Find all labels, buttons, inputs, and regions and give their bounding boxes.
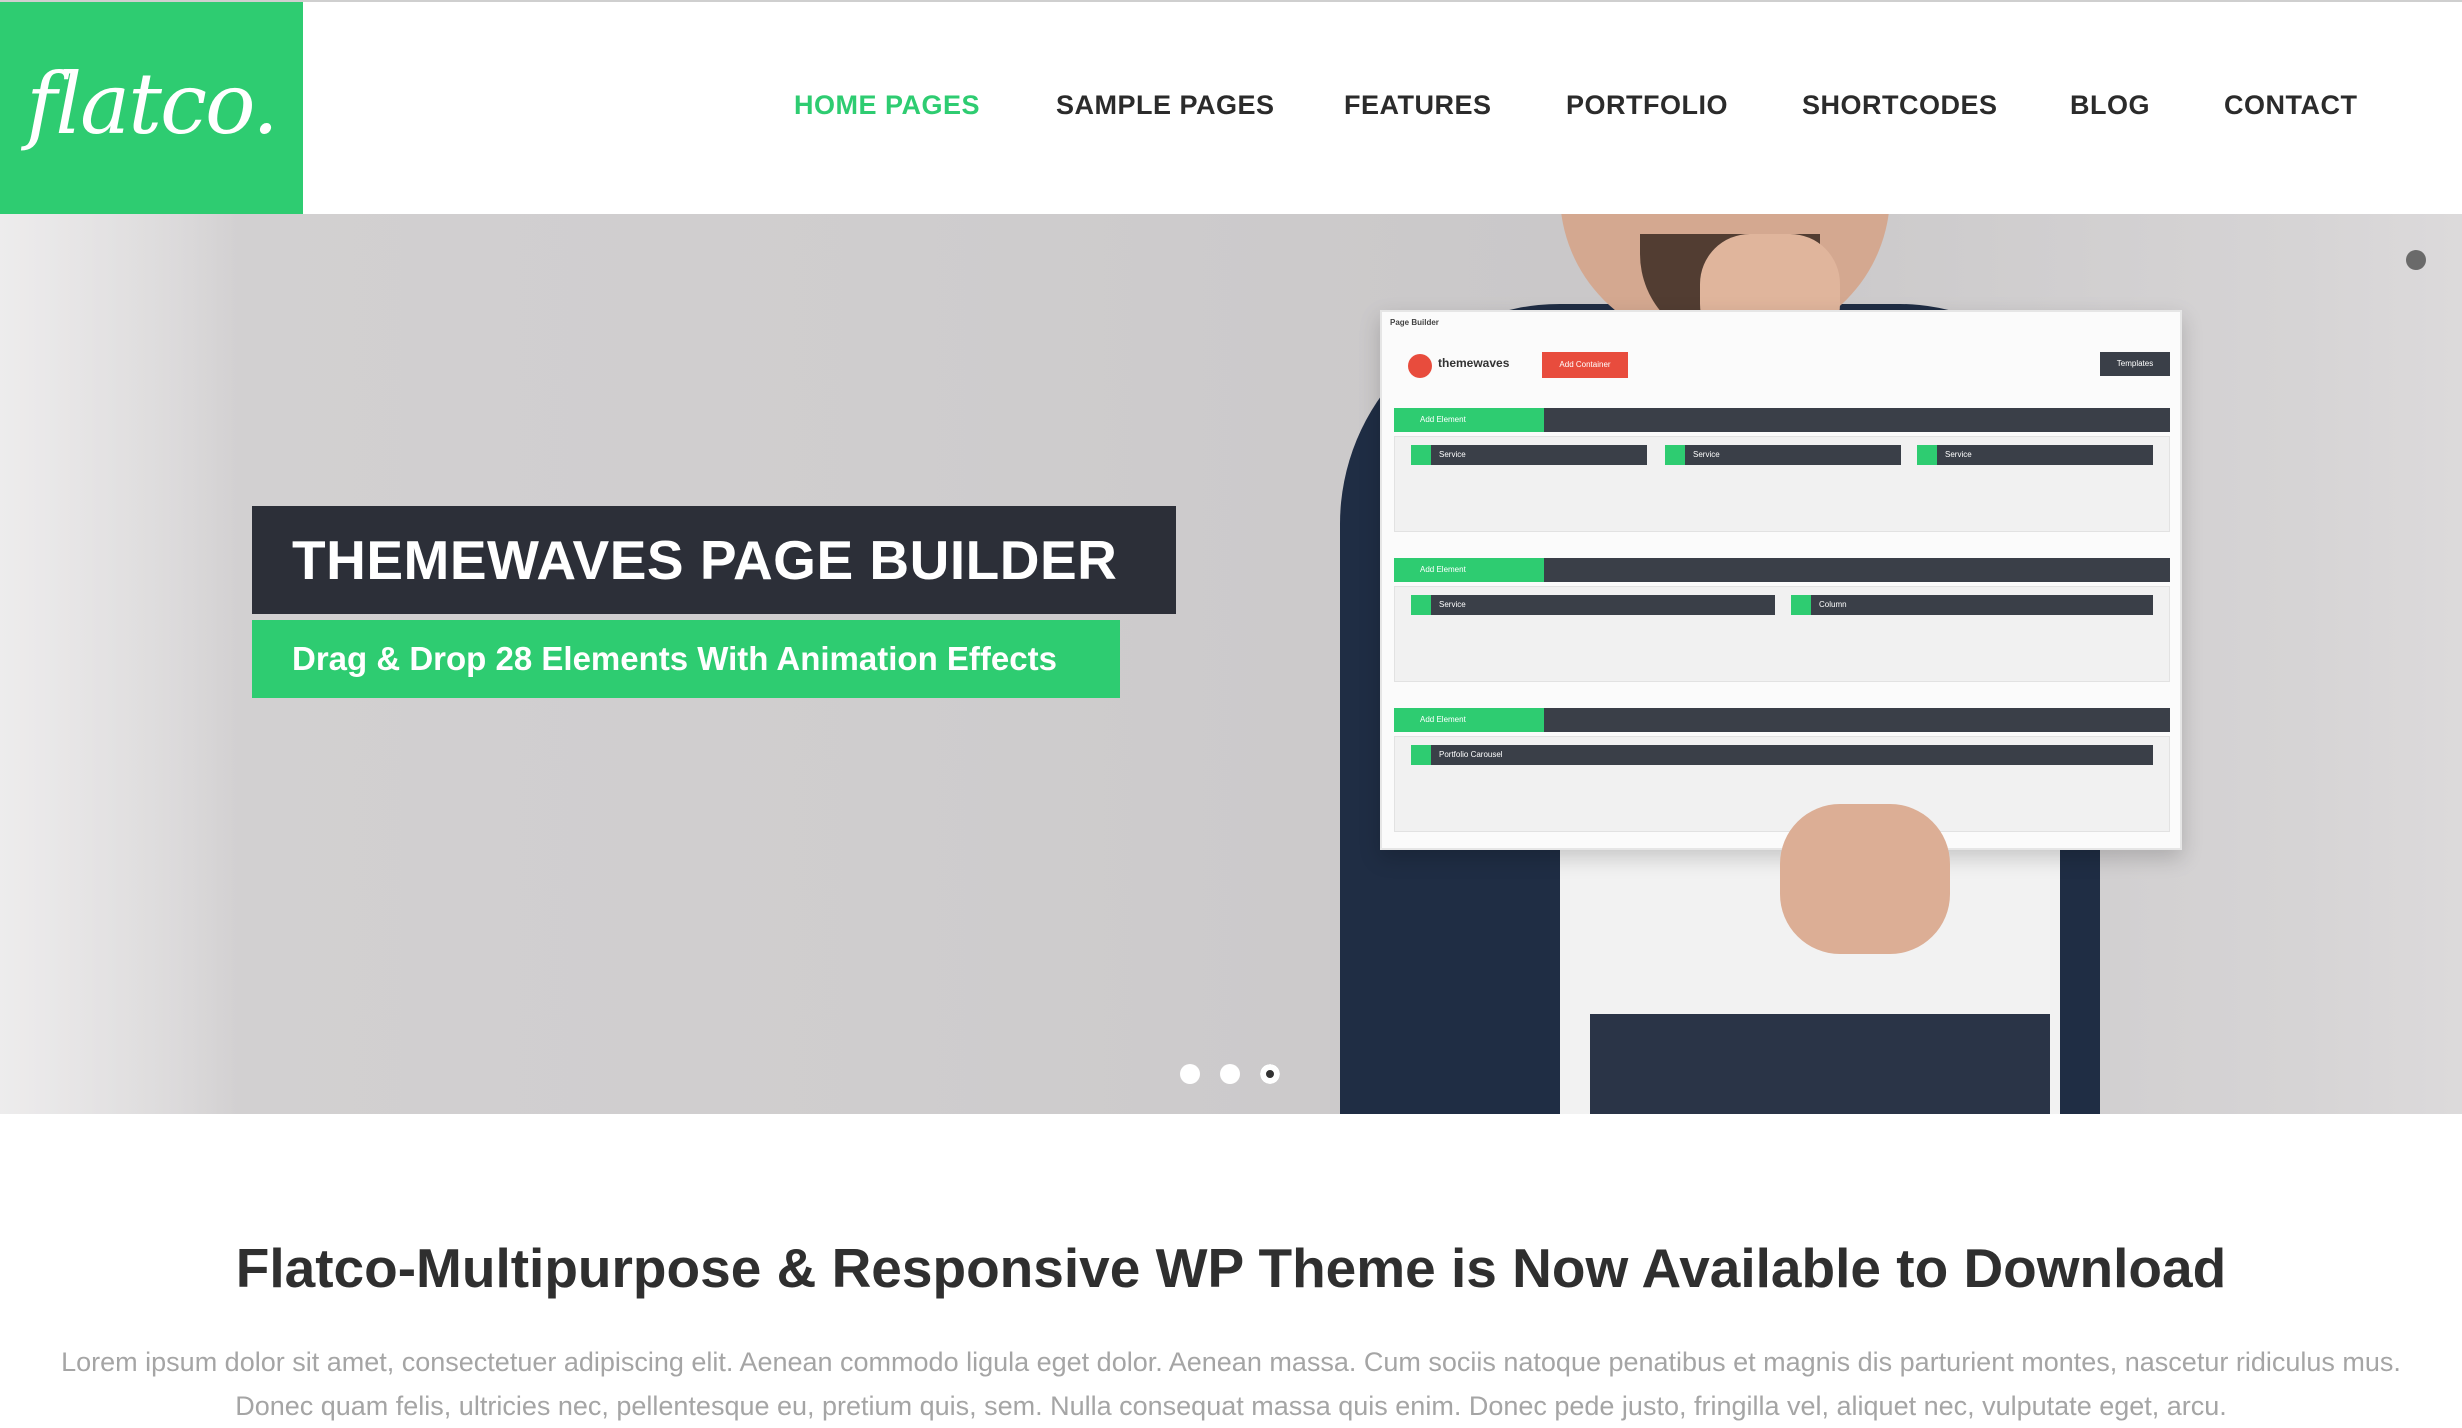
mockup-element: Service bbox=[1665, 445, 1901, 465]
mockup-element: Service bbox=[1917, 445, 2153, 465]
person-jeans bbox=[1590, 1014, 2050, 1114]
slider-dot-1[interactable] bbox=[1180, 1064, 1200, 1084]
nav-item-shortcodes[interactable]: SHORTCODES bbox=[1802, 90, 1998, 121]
hero-backdrop bbox=[0, 214, 240, 1114]
intro-line-1: Lorem ipsum dolor sit amet, consectetuer… bbox=[61, 1347, 2401, 1377]
mockup-add-element: Add Element bbox=[1394, 408, 1544, 432]
mockup-row-body: Portfolio Carousel bbox=[1394, 736, 2170, 832]
slider-dot-3[interactable] bbox=[1260, 1064, 1280, 1084]
mockup-add-element: Add Element bbox=[1394, 708, 1544, 732]
mockup-header: Page Builder bbox=[1390, 318, 1439, 327]
mockup-element: Service bbox=[1411, 445, 1647, 465]
mockup-templates-button: Templates bbox=[2100, 352, 2170, 376]
mockup-add-element: Add Element bbox=[1394, 558, 1544, 582]
slider-dot-2[interactable] bbox=[1220, 1064, 1240, 1084]
mockup-element: Service bbox=[1411, 595, 1775, 615]
nav-item-portfolio[interactable]: PORTFOLIO bbox=[1566, 90, 1728, 121]
mockup-add-container-button: Add Container bbox=[1542, 352, 1628, 378]
themewaves-logo-icon bbox=[1408, 354, 1432, 378]
hero-slider: Page Builder themewaves Add Container Te… bbox=[0, 214, 2462, 1114]
site-header: flatco. HOME PAGES SAMPLE PAGES FEATURES… bbox=[0, 0, 2462, 214]
slider-timer-indicator[interactable] bbox=[2406, 250, 2426, 270]
nav-item-features[interactable]: FEATURES bbox=[1344, 90, 1492, 121]
slide-subtitle: Drag & Drop 28 Elements With Animation E… bbox=[252, 620, 1120, 698]
nav-item-blog[interactable]: BLOG bbox=[2070, 90, 2150, 121]
page-builder-mockup: Page Builder themewaves Add Container Te… bbox=[1380, 310, 2182, 850]
main-nav: HOME PAGES SAMPLE PAGES FEATURES PORTFOL… bbox=[0, 90, 2462, 130]
mockup-brand: themewaves bbox=[1438, 356, 1510, 370]
intro-text: Lorem ipsum dolor sit amet, consectetuer… bbox=[40, 1340, 2422, 1428]
mockup-element: Portfolio Carousel bbox=[1411, 745, 2153, 765]
nav-item-sample-pages[interactable]: SAMPLE PAGES bbox=[1056, 90, 1275, 121]
nav-item-contact[interactable]: CONTACT bbox=[2224, 90, 2357, 121]
mockup-row: Add Element bbox=[1394, 558, 2170, 582]
mockup-row-body: Service Service Service bbox=[1394, 436, 2170, 532]
person-hand-bottom bbox=[1780, 804, 1950, 954]
slide-title: THEMEWAVES PAGE BUILDER bbox=[252, 506, 1176, 614]
mockup-row: Add Element bbox=[1394, 708, 2170, 732]
mockup-row: Add Element bbox=[1394, 408, 2170, 432]
nav-item-home-pages[interactable]: HOME PAGES bbox=[794, 90, 980, 121]
mockup-row-body: Service Column bbox=[1394, 586, 2170, 682]
intro-title: Flatco-Multipurpose & Responsive WP Them… bbox=[235, 1237, 2227, 1299]
mockup-element: Column bbox=[1791, 595, 2153, 615]
intro-line-2: Donec quam felis, ultricies nec, pellent… bbox=[235, 1391, 2227, 1421]
